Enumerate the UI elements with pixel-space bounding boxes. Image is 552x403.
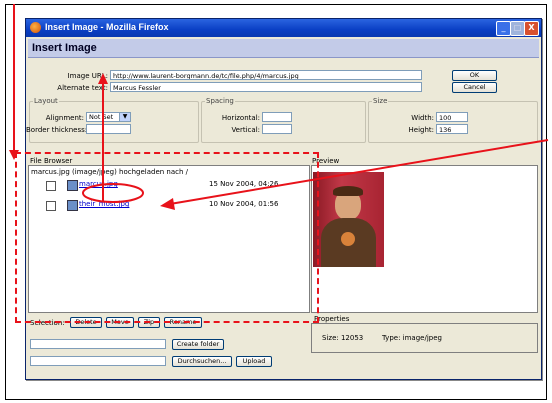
annotation-dashed-box	[15, 152, 319, 323]
annotation-arrowhead	[98, 73, 108, 84]
